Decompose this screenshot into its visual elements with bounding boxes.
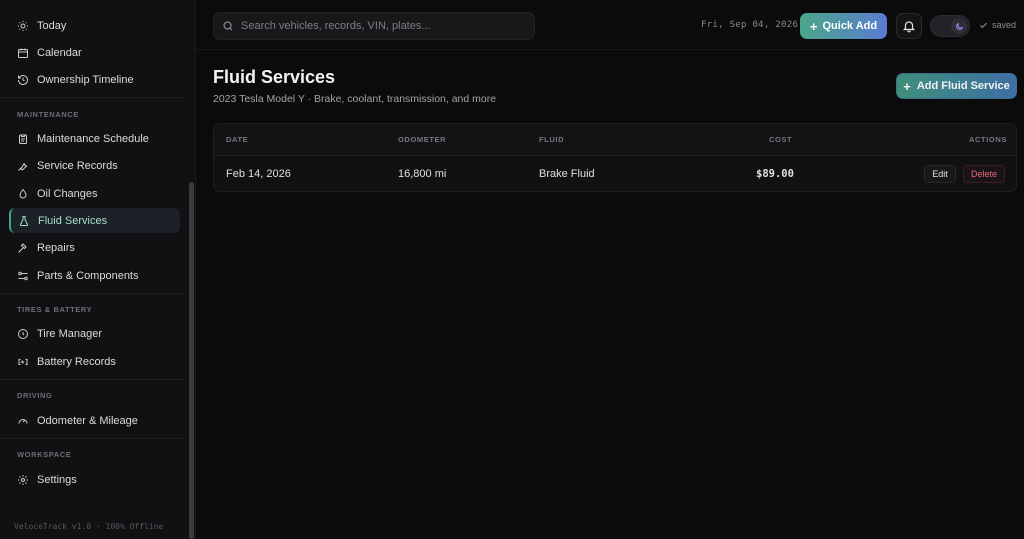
sidebar-item-ownership-timeline[interactable]: Ownership Timeline: [9, 67, 180, 92]
sidebar-item-label: Ownership Timeline: [37, 73, 134, 86]
sidebar-item-label: Repairs: [37, 241, 75, 254]
sidebar-scrollbar[interactable]: [189, 182, 194, 539]
moon-icon: [955, 22, 964, 31]
sun-icon: [17, 20, 29, 32]
save-status: saved: [979, 20, 1016, 30]
sidebar-item-label: Oil Changes: [37, 187, 98, 200]
sidebar-item-service-records[interactable]: Service Records: [9, 153, 180, 178]
cell-fluid: Brake Fluid: [539, 168, 595, 180]
tire-icon: [17, 328, 29, 340]
sidebar-item-odometer-mileage[interactable]: Odometer & Mileage: [9, 408, 180, 433]
calendar-icon: [17, 47, 29, 59]
notifications-button[interactable]: [896, 13, 922, 39]
history-icon: [17, 74, 29, 86]
sidebar-item-label: Maintenance Schedule: [37, 132, 149, 145]
column-header-cost[interactable]: COST: [769, 135, 792, 144]
sidebar-item-label: Odometer & Mileage: [37, 414, 138, 427]
page-title: Fluid Services: [213, 67, 336, 87]
sidebar-item-battery-records[interactable]: Battery Records: [9, 349, 180, 374]
sidebar: Today Calendar Ownership Timeline MAINTE…: [0, 0, 196, 539]
sidebar-item-label: Tire Manager: [37, 327, 103, 340]
current-date: Fri, Sep 04, 2026: [701, 20, 799, 30]
app-version-footer: VeloceTrack v1.0 · 100% Offline: [14, 522, 164, 531]
column-header-date[interactable]: DATE: [226, 135, 248, 144]
theme-toggle-knob: [951, 18, 967, 34]
page-subtitle: 2023 Tesla Model Y · Brake, coolant, tra…: [213, 93, 497, 105]
sidebar-item-parts-components[interactable]: Parts & Components: [9, 263, 180, 288]
battery-icon: [17, 356, 29, 368]
sidebar-item-calendar[interactable]: Calendar: [9, 40, 180, 65]
parts-icon: [17, 270, 29, 282]
column-header-actions: ACTIONS: [969, 135, 1007, 144]
sidebar-divider: [0, 293, 186, 294]
sidebar-item-label: Battery Records: [37, 355, 116, 368]
sidebar-item-repairs[interactable]: Repairs: [9, 235, 180, 260]
sidebar-item-fluid-services[interactable]: Fluid Services: [9, 208, 180, 233]
sidebar-item-maintenance-schedule[interactable]: Maintenance Schedule: [9, 126, 180, 151]
delete-button[interactable]: Delete: [963, 165, 1005, 183]
cell-date: Feb 14, 2026: [226, 168, 291, 180]
section-title-workspace: WORKSPACE: [17, 450, 72, 459]
topbar: Fri, Sep 04, 2026 + Quick Add: [196, 0, 1024, 50]
column-header-fluid[interactable]: FLUID: [539, 135, 564, 144]
sidebar-divider: [0, 97, 186, 98]
sidebar-item-oil-changes[interactable]: Oil Changes: [9, 181, 180, 206]
flask-icon: [18, 215, 30, 227]
sidebar-divider: [0, 379, 186, 380]
search-icon: [222, 20, 234, 32]
sidebar-item-label: Calendar: [37, 46, 82, 59]
search-input[interactable]: [241, 20, 521, 32]
app-root: Today Calendar Ownership Timeline MAINTE…: [0, 0, 1024, 539]
fluid-services-table: DATE ODOMETER FLUID COST ACTIONS Feb 14,…: [213, 123, 1017, 192]
add-fluid-service-button[interactable]: + Add Fluid Service: [896, 73, 1017, 99]
bell-icon: [902, 19, 916, 33]
save-status-label: saved: [992, 20, 1017, 30]
search-box[interactable]: [213, 12, 535, 40]
sidebar-divider: [0, 438, 186, 439]
theme-toggle[interactable]: [930, 15, 970, 37]
sidebar-item-today[interactable]: Today: [9, 13, 180, 38]
cell-cost: $89.00: [756, 168, 794, 180]
sidebar-item-label: Service Records: [37, 159, 118, 172]
sidebar-item-label: Settings: [37, 473, 77, 486]
quick-add-button[interactable]: + Quick Add: [800, 13, 887, 39]
wrench-icon: [17, 160, 29, 172]
add-fluid-service-label: Add Fluid Service: [916, 80, 1010, 92]
plus-icon: +: [903, 78, 911, 94]
section-title-tires-battery: TIRES & BATTERY: [17, 305, 93, 314]
droplet-icon: [17, 188, 29, 200]
main-content: Fri, Sep 04, 2026 + Quick Add: [196, 0, 1024, 539]
gauge-icon: [17, 415, 29, 427]
table-header: DATE ODOMETER FLUID COST ACTIONS: [214, 124, 1016, 156]
sidebar-item-settings[interactable]: Settings: [9, 467, 180, 492]
sidebar-item-tire-manager[interactable]: Tire Manager: [9, 321, 180, 346]
section-title-driving: DRIVING: [17, 391, 53, 400]
cell-odometer: 16,800 mi: [398, 168, 447, 180]
sidebar-item-label: Parts & Components: [37, 269, 139, 282]
hammer-icon: [17, 242, 29, 254]
section-title-maintenance: MAINTENANCE: [17, 110, 80, 119]
edit-button[interactable]: Edit: [924, 165, 956, 183]
sidebar-item-label: Today: [37, 19, 67, 32]
quick-add-label: Quick Add: [822, 20, 878, 32]
plus-icon: +: [809, 18, 818, 34]
table-row[interactable]: Feb 14, 2026 16,800 mi Brake Fluid $89.0…: [214, 156, 1016, 191]
check-icon: [979, 21, 988, 30]
clipboard-icon: [17, 133, 29, 145]
gear-icon: [17, 474, 29, 486]
sidebar-item-label: Fluid Services: [38, 214, 108, 227]
column-header-odometer[interactable]: ODOMETER: [398, 135, 446, 144]
